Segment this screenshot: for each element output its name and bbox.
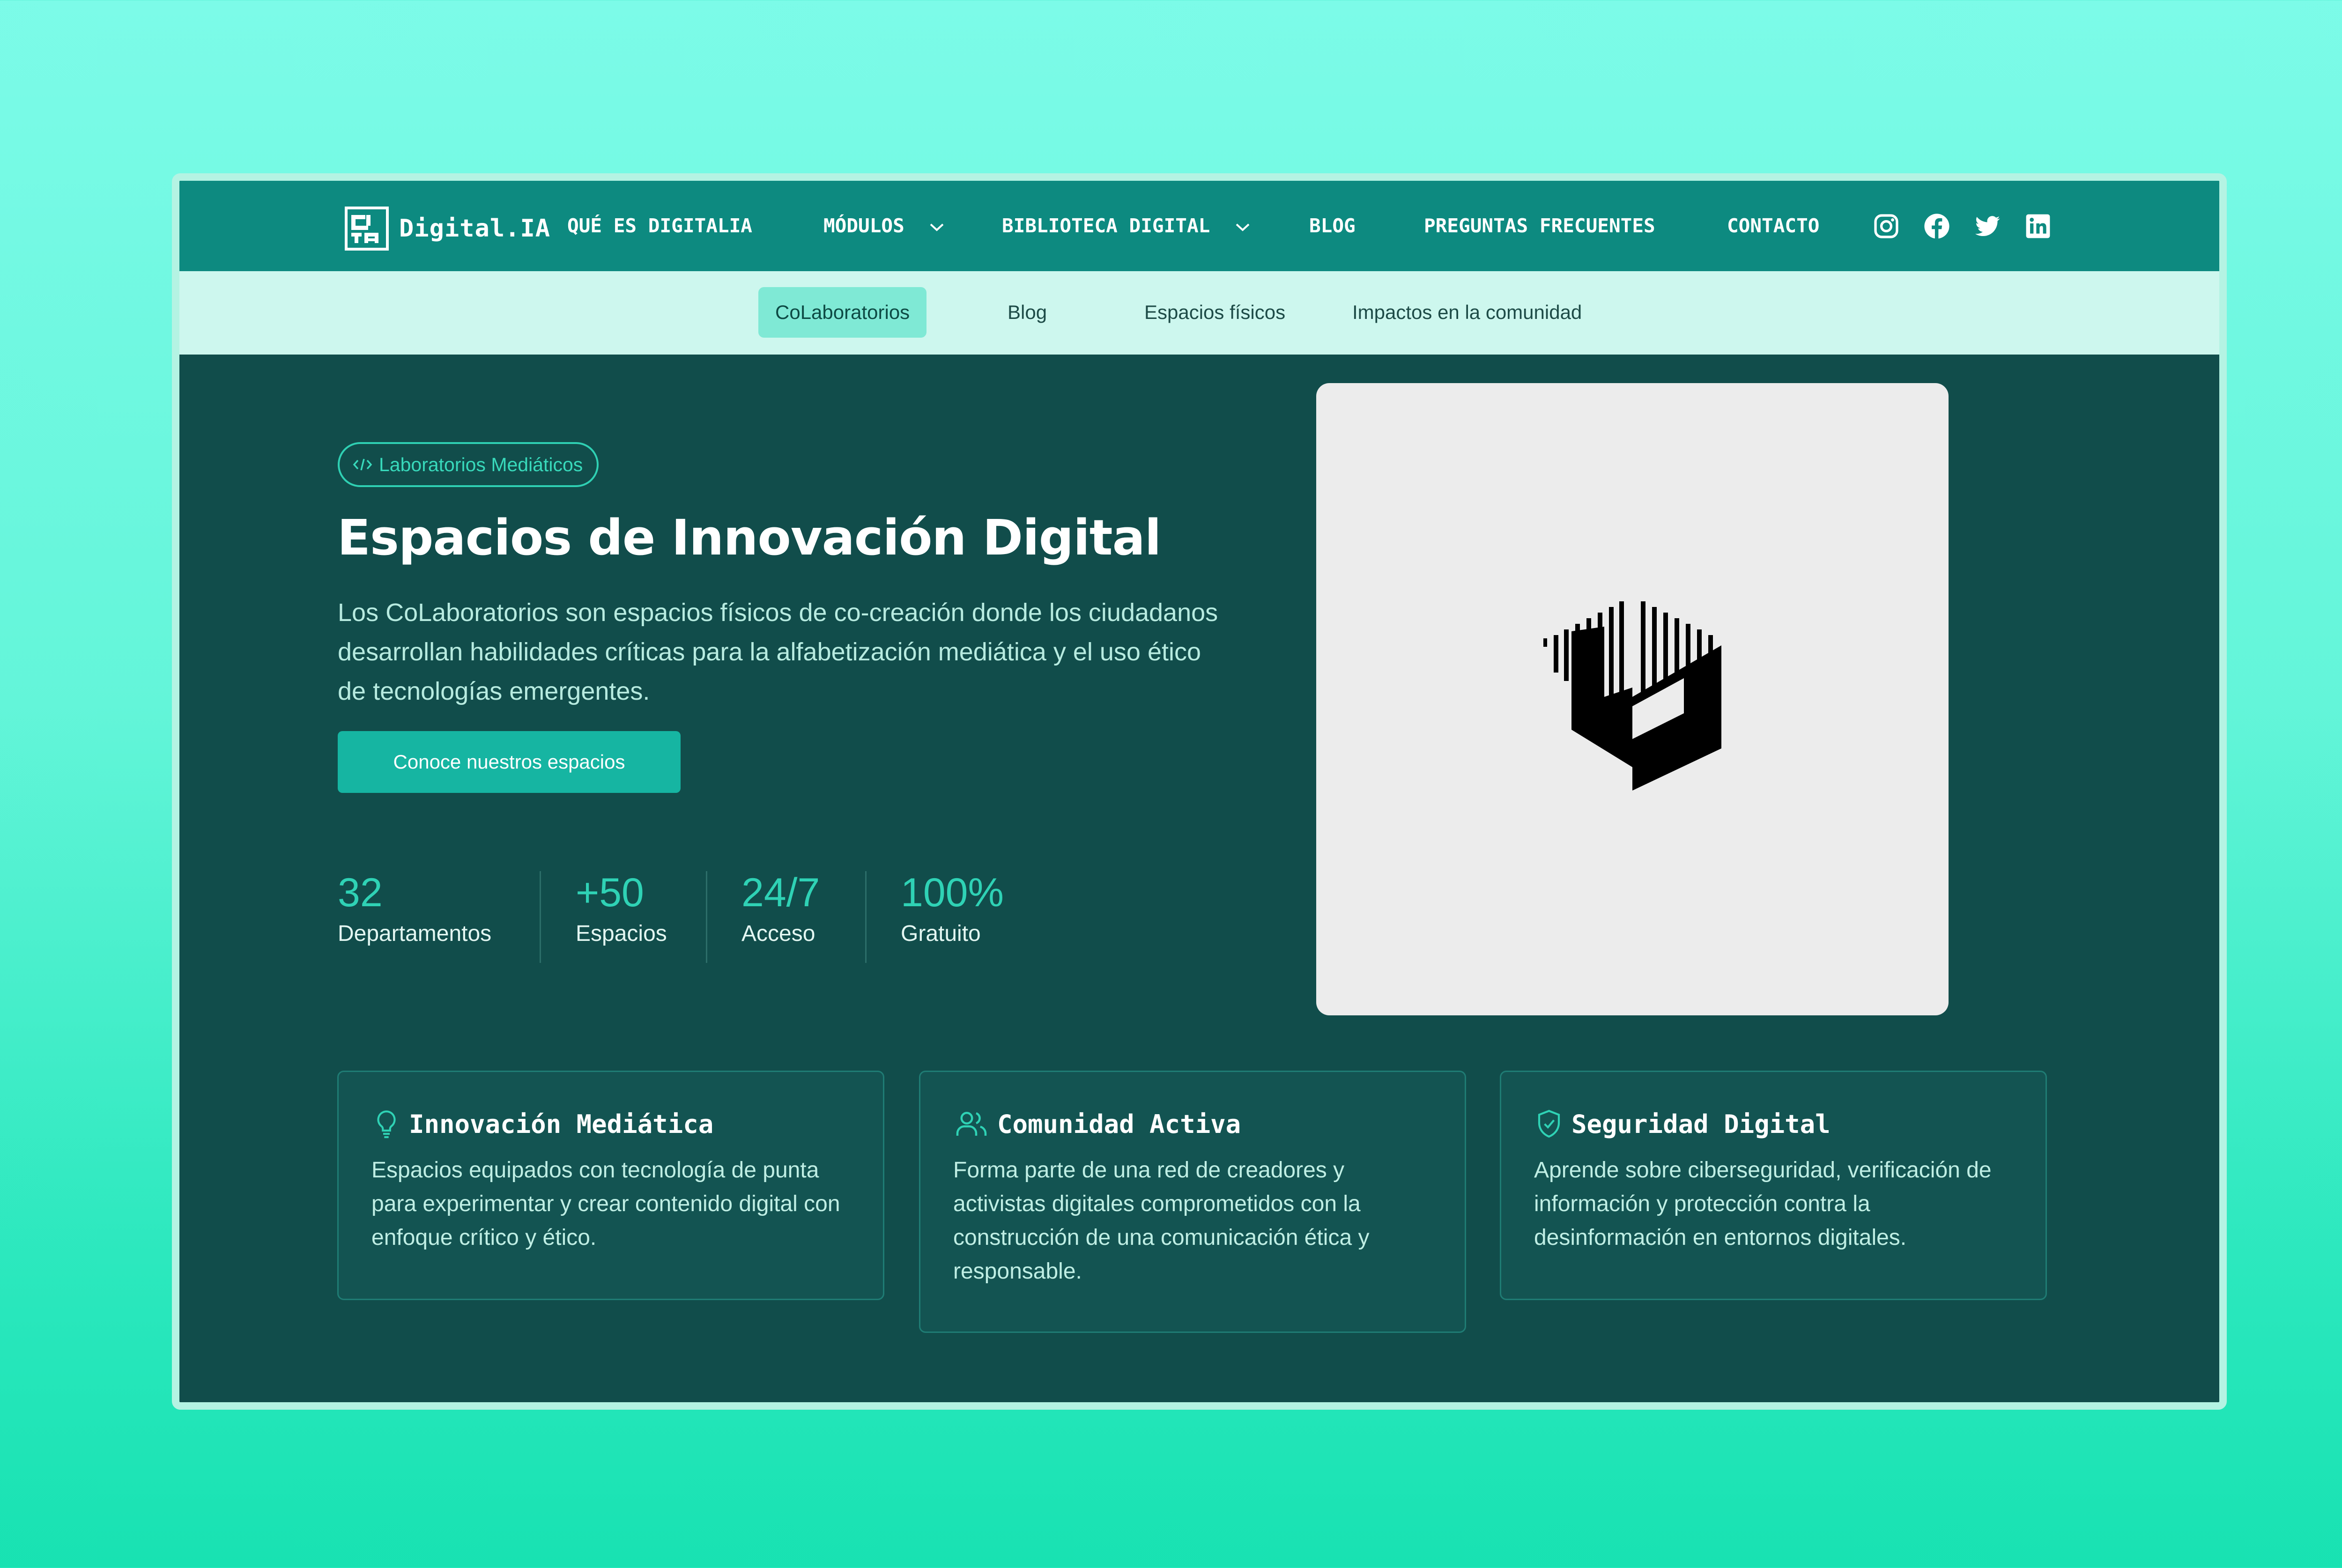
hero-description: Los CoLaboratorios son espacios físicos … <box>338 599 1218 705</box>
code-icon <box>353 459 372 471</box>
stat-divider <box>706 871 707 963</box>
linkedin-icon[interactable] <box>2024 213 2052 240</box>
tab-label: Impactos en la comunidad <box>1352 301 1582 323</box>
tab-label: CoLaboratorios <box>775 301 910 323</box>
hero-tag-pill: Laboratorios Mediáticos <box>338 442 599 487</box>
nav-item-label: PREGUNTAS FRECUENTES <box>1424 214 1655 237</box>
nav-item-biblioteca-digital[interactable]: BIBLIOTECA DIGITAL <box>1002 212 1251 240</box>
stat-divider <box>865 871 867 963</box>
browser-frame: Digital.IA QUÉ ES DIGITALIA MÓDULOS BIBL… <box>172 173 2227 1410</box>
card-text: Forma parte de una red de creadores y ac… <box>953 1158 1370 1284</box>
feature-card-seguridad: Seguridad Digital Aprende sobre ciberseg… <box>1500 1071 2047 1300</box>
nav-item-contacto[interactable]: CONTACTO <box>1727 212 1819 240</box>
nav-item-label: BIBLIOTECA DIGITAL <box>1002 214 1210 237</box>
lightbulb-icon <box>377 1110 396 1139</box>
sub-nav: CoLaboratorios Blog Espacios físicos Imp… <box>179 271 2219 355</box>
stat-label: Departamentos <box>338 921 492 946</box>
card-text: Espacios equipados con tecnología de pun… <box>371 1158 840 1250</box>
facebook-icon[interactable] <box>1923 213 1950 240</box>
nav-item-label: CONTACTO <box>1727 214 1820 237</box>
stat-acceso: 24/7 Acceso <box>741 869 820 958</box>
stat-label: Espacios <box>576 921 667 946</box>
tab-colaboratorios[interactable]: CoLaboratorios <box>758 287 927 338</box>
card-title: Innovación Mediática <box>409 1109 714 1139</box>
tab-blog[interactable]: Blog <box>991 287 1064 338</box>
stat-label: Gratuito <box>901 921 981 946</box>
cube-logo-icon <box>1543 594 1721 791</box>
nav-item-label: BLOG <box>1309 214 1356 237</box>
nav-item-label: QUÉ ES DIGITALIA <box>567 214 752 237</box>
stat-espacios: +50 Espacios <box>576 869 667 958</box>
stat-label: Acceso <box>741 921 815 946</box>
brand-logo[interactable]: Digital.IA <box>345 205 550 252</box>
card-title: Seguridad Digital <box>1571 1109 1831 1139</box>
nav-item-preguntas-frecuentes[interactable]: PREGUNTAS FRECUENTES <box>1424 212 1655 240</box>
card-title: Comunidad Activa <box>997 1109 1241 1139</box>
hero-title: Espacios de Innovación Digital <box>337 509 1161 566</box>
nav-item-que-es-digitalia[interactable]: QUÉ ES DIGITALIA <box>567 212 752 240</box>
stat-value: +50 <box>576 870 644 915</box>
instagram-icon[interactable] <box>1873 213 1900 240</box>
logo-mark-icon <box>345 207 389 251</box>
nav-item-blog[interactable]: BLOG <box>1309 212 1356 240</box>
stat-gratuito: 100% Gratuito <box>901 869 1004 958</box>
hero-image <box>1316 383 1949 1015</box>
logo-text: Digital.IA <box>399 214 551 243</box>
stat-value: 24/7 <box>741 870 820 915</box>
hero-tag-label: Laboratorios Mediáticos <box>379 453 583 475</box>
chevron-down-icon <box>930 223 944 231</box>
tab-impactos-en-la-comunidad[interactable]: Impactos en la comunidad <box>1335 287 1599 338</box>
shield-check-icon <box>1538 1109 1560 1138</box>
nav-item-label: MÓDULOS <box>823 214 904 237</box>
card-text: Aprende sobre ciberseguridad, verificaci… <box>1534 1158 1992 1250</box>
tab-label: Blog <box>1008 301 1047 323</box>
stat-value: 100% <box>901 870 1004 915</box>
nav-item-modulos[interactable]: MÓDULOS <box>823 212 945 240</box>
stat-departamentos: 32 Departamentos <box>338 869 491 958</box>
top-nav: Digital.IA QUÉ ES DIGITALIA MÓDULOS BIBL… <box>179 181 2219 271</box>
feature-card-comunidad: Comunidad Activa Forma parte de una red … <box>919 1071 1466 1333</box>
stat-value: 32 <box>338 870 383 915</box>
stat-divider <box>540 871 541 963</box>
tab-espacios-fisicos[interactable]: Espacios físicos <box>1127 287 1302 338</box>
feature-card-innovacion: Innovación Mediática Espacios equipados … <box>337 1071 884 1300</box>
conoce-espacios-button[interactable]: Conoce nuestros espacios <box>338 731 681 793</box>
twitter-icon[interactable] <box>1974 213 2001 240</box>
users-icon <box>956 1112 987 1136</box>
chevron-down-icon <box>1236 223 1250 231</box>
tab-label: Espacios físicos <box>1144 301 1286 323</box>
